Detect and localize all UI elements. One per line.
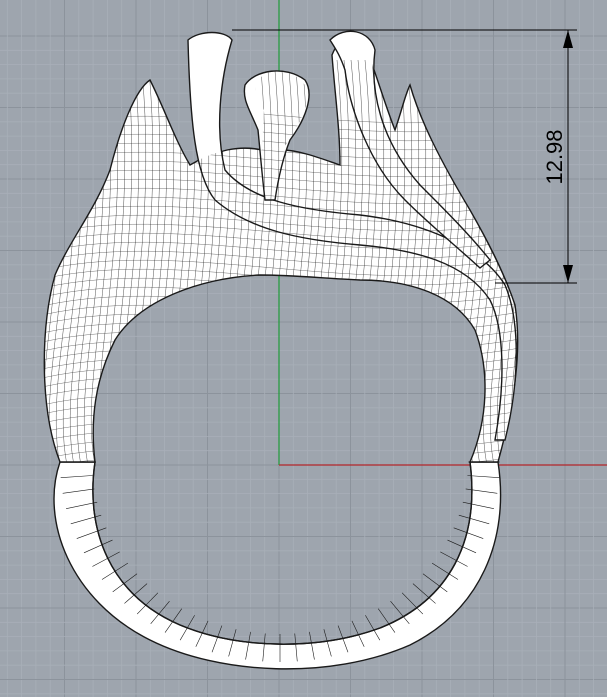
lattice-wire	[44, 448, 518, 463]
rhino-viewport-front[interactable]: 12.98	[0, 0, 607, 697]
lattice-wire	[44, 457, 518, 463]
ring-model[interactable]	[30, 30, 540, 670]
lattice-wire	[44, 430, 518, 448]
band-wireframe	[60, 461, 500, 662]
lattice-wire	[44, 412, 518, 430]
dimension-value: 12.98	[542, 129, 567, 184]
lattice-wire	[44, 358, 518, 376]
lattice-wire	[44, 439, 518, 457]
lattice-wire	[44, 421, 518, 439]
lattice-wire	[44, 367, 518, 385]
lattice-wire	[44, 403, 518, 421]
lattice-wire	[44, 394, 518, 412]
viewport-canvas[interactable]: 12.98	[0, 0, 607, 697]
